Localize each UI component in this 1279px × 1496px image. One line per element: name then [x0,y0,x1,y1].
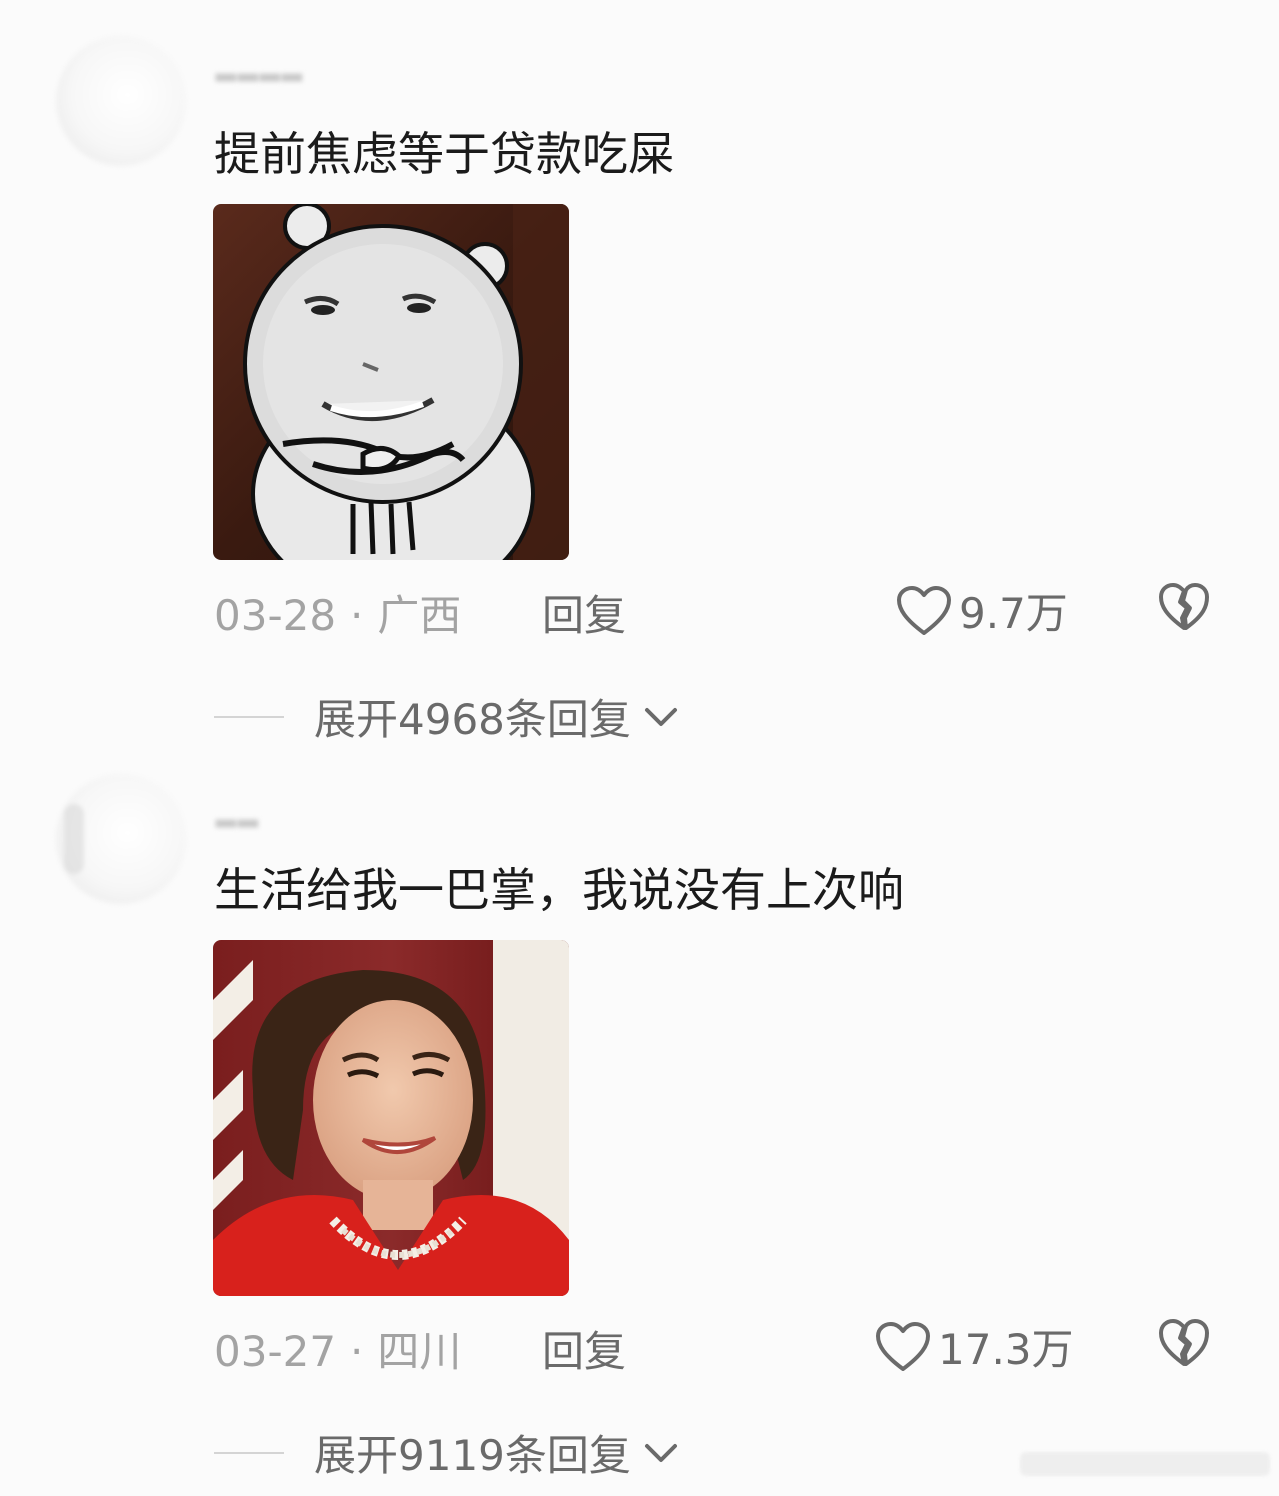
like-button[interactable]: 9.7万 [895,580,1068,641]
dislike-button[interactable] [1157,582,1211,632]
comment-location: 广西 [377,591,462,640]
separator-dot: · [350,591,364,640]
reply-button[interactable]: 回复 [542,582,626,643]
chevron-down-icon [644,1443,677,1462]
broken-heart-icon [1159,1319,1209,1366]
chevron-down-icon [644,707,677,726]
expand-replies-label: 展开4968条回复 [314,695,631,744]
heart-outline-icon [876,1321,930,1371]
meme-image-smiling-woman[interactable] [213,940,569,1296]
watermark-blurred [1020,1444,1270,1484]
comment-date: 03-28 [214,591,337,640]
comment-date: 03-27 [214,1327,337,1376]
like-count: 9.7万 [959,589,1068,638]
expand-replies-button[interactable]: 展开4968条回复 [214,686,681,747]
dislike-button[interactable] [1157,1318,1211,1368]
comment-location: 四川 [377,1327,462,1376]
meme-image-panda[interactable] [213,204,569,560]
divider-line [214,715,284,718]
comment-meta: 03-27 · 四川 [214,1318,461,1379]
divider-line [214,1451,284,1454]
reply-button[interactable]: 回复 [542,1318,626,1379]
avatar[interactable] [56,36,186,166]
expand-replies-label: 展开9119条回复 [314,1431,631,1480]
expand-replies-button[interactable]: 展开9119条回复 [214,1422,681,1483]
username-blurred[interactable]: ▂▂▂▂ [216,52,304,82]
like-button[interactable]: 17.3万 [874,1316,1074,1377]
username-blurred[interactable]: ▂▂ [216,798,260,828]
like-count: 17.3万 [938,1325,1074,1374]
avatar[interactable] [56,774,186,904]
separator-dot: · [350,1327,364,1376]
comment-text: 提前焦虑等于贷款吃屎 [214,127,674,181]
broken-heart-icon [1159,583,1209,630]
heart-outline-icon [897,585,951,635]
comment-text: 生活给我一巴掌，我说没有上次响 [214,863,904,917]
comment-meta: 03-28 · 广西 [214,582,461,643]
